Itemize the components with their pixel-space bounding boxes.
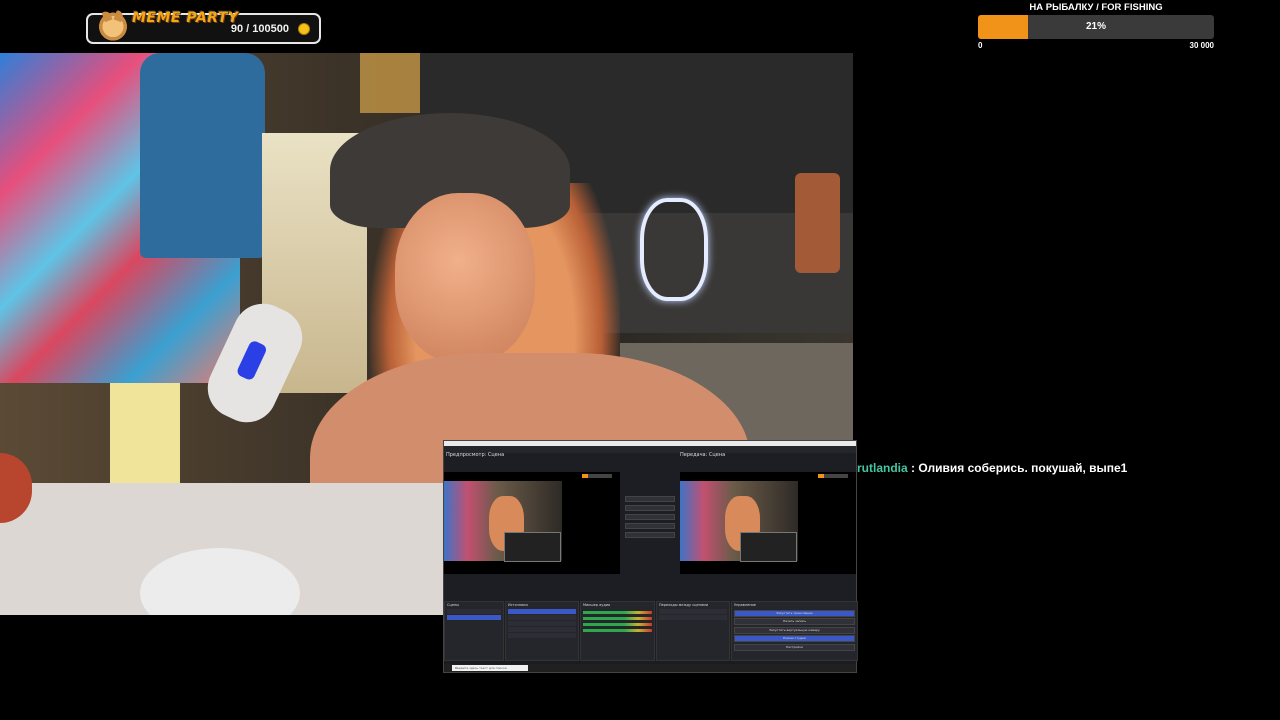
obs-window: Предпросмотр: Сцена Передача: Сцена Сцен…: [443, 440, 858, 673]
transition-button[interactable]: [625, 532, 675, 538]
controls-header: Управление: [734, 603, 756, 607]
source-item[interactable]: [508, 615, 576, 620]
audio-mixer-dock: Микшер аудио: [580, 601, 655, 661]
goal-progress-bar: 21%: [978, 15, 1214, 39]
chat-separator: :: [911, 461, 916, 475]
program-goal-bar: [818, 474, 848, 478]
hanging-shirt: [140, 53, 265, 258]
program-nested: [740, 532, 797, 562]
taskbar-search-input[interactable]: Введите здесь текст для поиска: [452, 665, 528, 671]
transition-button[interactable]: [625, 496, 675, 502]
goal-min: 0: [978, 41, 983, 50]
program-canvas: [680, 472, 856, 574]
transition-button[interactable]: [625, 523, 675, 529]
meme-party-title: MEME PARTY: [132, 10, 239, 26]
controls-dock: Управление Запустить трансляцию Начать з…: [731, 601, 858, 661]
windows-taskbar: Введите здесь текст для поиска: [444, 664, 856, 672]
scene-item[interactable]: [447, 609, 501, 614]
transition-button[interactable]: [625, 514, 675, 520]
scene-item[interactable]: [447, 615, 501, 620]
transition-select[interactable]: [659, 609, 727, 614]
source-item[interactable]: [508, 633, 576, 638]
obs-docks: Сцены Источники Микшер аудио Переходы ме…: [444, 601, 858, 661]
source-item[interactable]: [508, 627, 576, 632]
desk-card: [110, 383, 180, 493]
scenes-header: Сцены: [447, 603, 460, 607]
preview-goal-bar: [582, 474, 612, 478]
goal-title: НА РЫБАЛКУ / FOR FISHING: [1029, 2, 1163, 13]
obs-menubar: [444, 446, 856, 453]
meme-party-widget: MEME PARTY 90 / 100500: [86, 9, 321, 44]
streamer-face: [395, 193, 535, 363]
preview-nested: [504, 532, 561, 562]
audio-mixer-header: Микшер аудио: [583, 603, 611, 607]
goal-max: 30 000: [1189, 41, 1214, 50]
settings-button[interactable]: Настройки: [734, 643, 855, 651]
chat-text: Оливия соберись. покушай, выпе1: [918, 461, 1128, 475]
goal-percent: 21%: [1085, 21, 1106, 32]
transition-panel: [625, 496, 677, 546]
audio-meter: [583, 611, 652, 614]
chat-username: rutlandia: [857, 461, 908, 475]
chat-message: rutlandia : Оливия соберись. покушай, вы…: [857, 461, 1127, 475]
transition-button[interactable]: [625, 505, 675, 511]
start-streaming-button[interactable]: Запустить трансляцию: [734, 609, 855, 617]
scenes-dock: Сцены: [444, 601, 504, 661]
source-item[interactable]: [508, 609, 576, 614]
sources-dock: Источники: [505, 601, 579, 661]
source-item[interactable]: [508, 621, 576, 626]
audio-meter: [583, 629, 652, 632]
meme-party-count: 90 / 100500: [230, 23, 289, 35]
coin-icon: [298, 23, 310, 35]
virtual-camera-button[interactable]: Запустить виртуальную камеру: [734, 626, 855, 634]
doge-icon: [98, 9, 128, 41]
preview-label: Предпросмотр: Сцена: [446, 452, 505, 458]
audio-meter: [583, 623, 652, 626]
neon-sign: [640, 198, 708, 301]
transitions-header: Переходы между сценами: [659, 603, 709, 607]
program-label: Передача: Сцена: [680, 452, 726, 458]
transitions-dock: Переходы между сценами: [656, 601, 730, 661]
audio-meter: [583, 617, 652, 620]
preview-canvas[interactable]: [444, 472, 620, 574]
hanging-towel: [795, 173, 840, 273]
studio-mode-button[interactable]: Режим студии: [734, 635, 855, 642]
start-recording-button[interactable]: Начать запись: [734, 618, 855, 625]
duration-field[interactable]: [659, 615, 727, 620]
sources-header: Источники: [508, 603, 528, 607]
